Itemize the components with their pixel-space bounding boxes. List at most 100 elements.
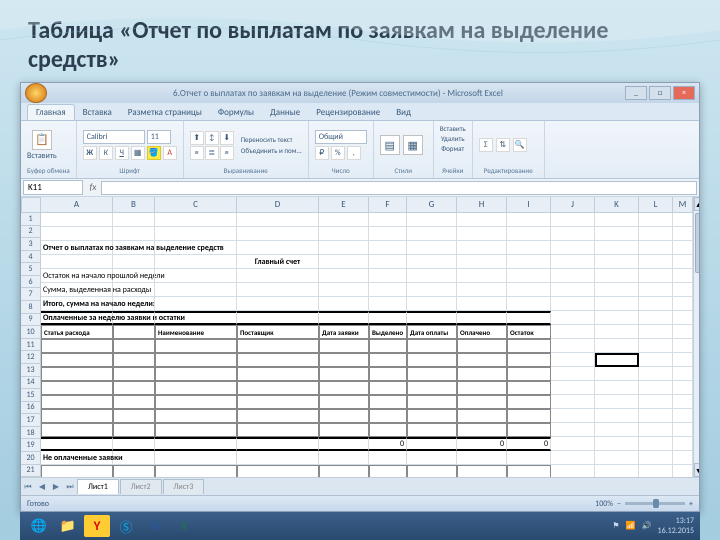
cell-M16[interactable]	[673, 423, 693, 437]
row-header-18[interactable]: 18	[21, 427, 41, 440]
cell-D15[interactable]	[237, 409, 319, 423]
row-header-3[interactable]: 3	[21, 238, 41, 251]
cell-B16[interactable]	[113, 423, 155, 437]
cell-M7[interactable]	[673, 297, 693, 311]
sheet-tab-3[interactable]: Лист3	[163, 479, 205, 494]
col-header-M[interactable]: M	[673, 197, 693, 213]
cell-D9[interactable]: Поставщик	[237, 325, 319, 339]
cell-B19[interactable]	[113, 465, 155, 477]
zoom-slider[interactable]	[625, 502, 685, 505]
sort-button[interactable]: ⇅	[496, 138, 510, 152]
cell-I3[interactable]	[507, 241, 551, 255]
cell-E9[interactable]: Дата заявки	[319, 325, 369, 339]
cell-G10[interactable]	[407, 339, 457, 353]
cell-J16[interactable]	[551, 423, 595, 437]
col-header-J[interactable]: J	[551, 197, 595, 213]
cell-A1[interactable]	[41, 213, 113, 227]
cell-C11[interactable]	[155, 353, 237, 367]
cell-H12[interactable]	[457, 367, 507, 381]
font-color-button[interactable]: A	[163, 146, 177, 160]
cell-L15[interactable]	[639, 409, 673, 423]
cell-C3[interactable]	[155, 241, 237, 255]
cell-I5[interactable]	[507, 269, 551, 283]
cell-B4[interactable]	[113, 255, 155, 269]
cell-G1[interactable]	[407, 213, 457, 227]
cell-M3[interactable]	[673, 241, 693, 255]
col-header-H[interactable]: H	[457, 197, 507, 213]
cell-H5[interactable]	[457, 269, 507, 283]
cell-F2[interactable]	[369, 227, 407, 241]
cell-B15[interactable]	[113, 409, 155, 423]
cell-K14[interactable]	[595, 395, 639, 409]
cell-J15[interactable]	[551, 409, 595, 423]
cell-I10[interactable]	[507, 339, 551, 353]
cell-J1[interactable]	[551, 213, 595, 227]
cell-B8[interactable]	[113, 311, 155, 325]
cell-M1[interactable]	[673, 213, 693, 227]
cell-F13[interactable]	[369, 381, 407, 395]
cell-H10[interactable]	[457, 339, 507, 353]
cell-H7[interactable]	[457, 297, 507, 311]
cell-E6[interactable]	[319, 283, 369, 297]
cell-L9[interactable]	[639, 325, 673, 339]
row-header-1[interactable]: 1	[21, 213, 41, 226]
cell-E10[interactable]	[319, 339, 369, 353]
cell-A4[interactable]	[41, 255, 113, 269]
vertical-scrollbar[interactable]: ▲ ▼	[693, 197, 699, 477]
cell-D8[interactable]	[237, 311, 319, 325]
align-bottom[interactable]: ⬇	[220, 131, 234, 145]
cell-M19[interactable]	[673, 465, 693, 477]
sheet-tab-1[interactable]: Лист1	[77, 479, 119, 494]
cell-L1[interactable]	[639, 213, 673, 227]
cell-G11[interactable]	[407, 353, 457, 367]
cell-I17[interactable]: 0	[507, 437, 551, 451]
cell-D14[interactable]	[237, 395, 319, 409]
cell-L11[interactable]	[639, 353, 673, 367]
explorer-icon[interactable]: 📁	[55, 515, 81, 537]
cell-J18[interactable]	[551, 451, 595, 465]
cell-D12[interactable]	[237, 367, 319, 381]
cell-H9[interactable]: Оплачено	[457, 325, 507, 339]
sheet-nav-prev[interactable]: ◀	[35, 482, 49, 492]
cell-C15[interactable]	[155, 409, 237, 423]
autosum-button[interactable]: Σ	[479, 138, 493, 152]
delete-cells-button[interactable]: Удалить	[441, 134, 465, 143]
row-header-12[interactable]: 12	[21, 351, 41, 364]
scroll-down-button[interactable]: ▼	[694, 463, 699, 477]
cell-H3[interactable]	[457, 241, 507, 255]
cell-K6[interactable]	[595, 283, 639, 297]
cell-K18[interactable]	[595, 451, 639, 465]
cell-C8[interactable]	[155, 311, 237, 325]
number-format-select[interactable]: Общий	[315, 130, 367, 144]
sheet-nav-next[interactable]: ▶	[49, 482, 63, 492]
cell-J5[interactable]	[551, 269, 595, 283]
cell-E7[interactable]	[319, 297, 369, 311]
cell-M11[interactable]	[673, 353, 693, 367]
cell-B14[interactable]	[113, 395, 155, 409]
cell-E1[interactable]	[319, 213, 369, 227]
cell-C2[interactable]	[155, 227, 237, 241]
cell-D2[interactable]	[237, 227, 319, 241]
cell-I13[interactable]	[507, 381, 551, 395]
cell-E5[interactable]	[319, 269, 369, 283]
cell-G8[interactable]	[407, 311, 457, 325]
cell-J4[interactable]	[551, 255, 595, 269]
cell-M12[interactable]	[673, 367, 693, 381]
sheet-nav-last[interactable]: ⏭	[63, 482, 77, 492]
cell-I9[interactable]: Остаток	[507, 325, 551, 339]
percent-button[interactable]: %	[331, 146, 345, 160]
align-top[interactable]: ⬆	[190, 131, 204, 145]
cell-J11[interactable]	[551, 353, 595, 367]
cell-K11[interactable]	[595, 353, 639, 367]
cond-format-icon[interactable]: ▤	[380, 135, 400, 155]
cell-E15[interactable]	[319, 409, 369, 423]
cell-F19[interactable]	[369, 465, 407, 477]
cell-B11[interactable]	[113, 353, 155, 367]
cell-M5[interactable]	[673, 269, 693, 283]
row-header-16[interactable]: 16	[21, 402, 41, 415]
row-header-13[interactable]: 13	[21, 364, 41, 377]
cell-L19[interactable]	[639, 465, 673, 477]
cell-M8[interactable]	[673, 311, 693, 325]
cell-J19[interactable]	[551, 465, 595, 477]
scroll-up-button[interactable]: ▲	[694, 197, 699, 211]
